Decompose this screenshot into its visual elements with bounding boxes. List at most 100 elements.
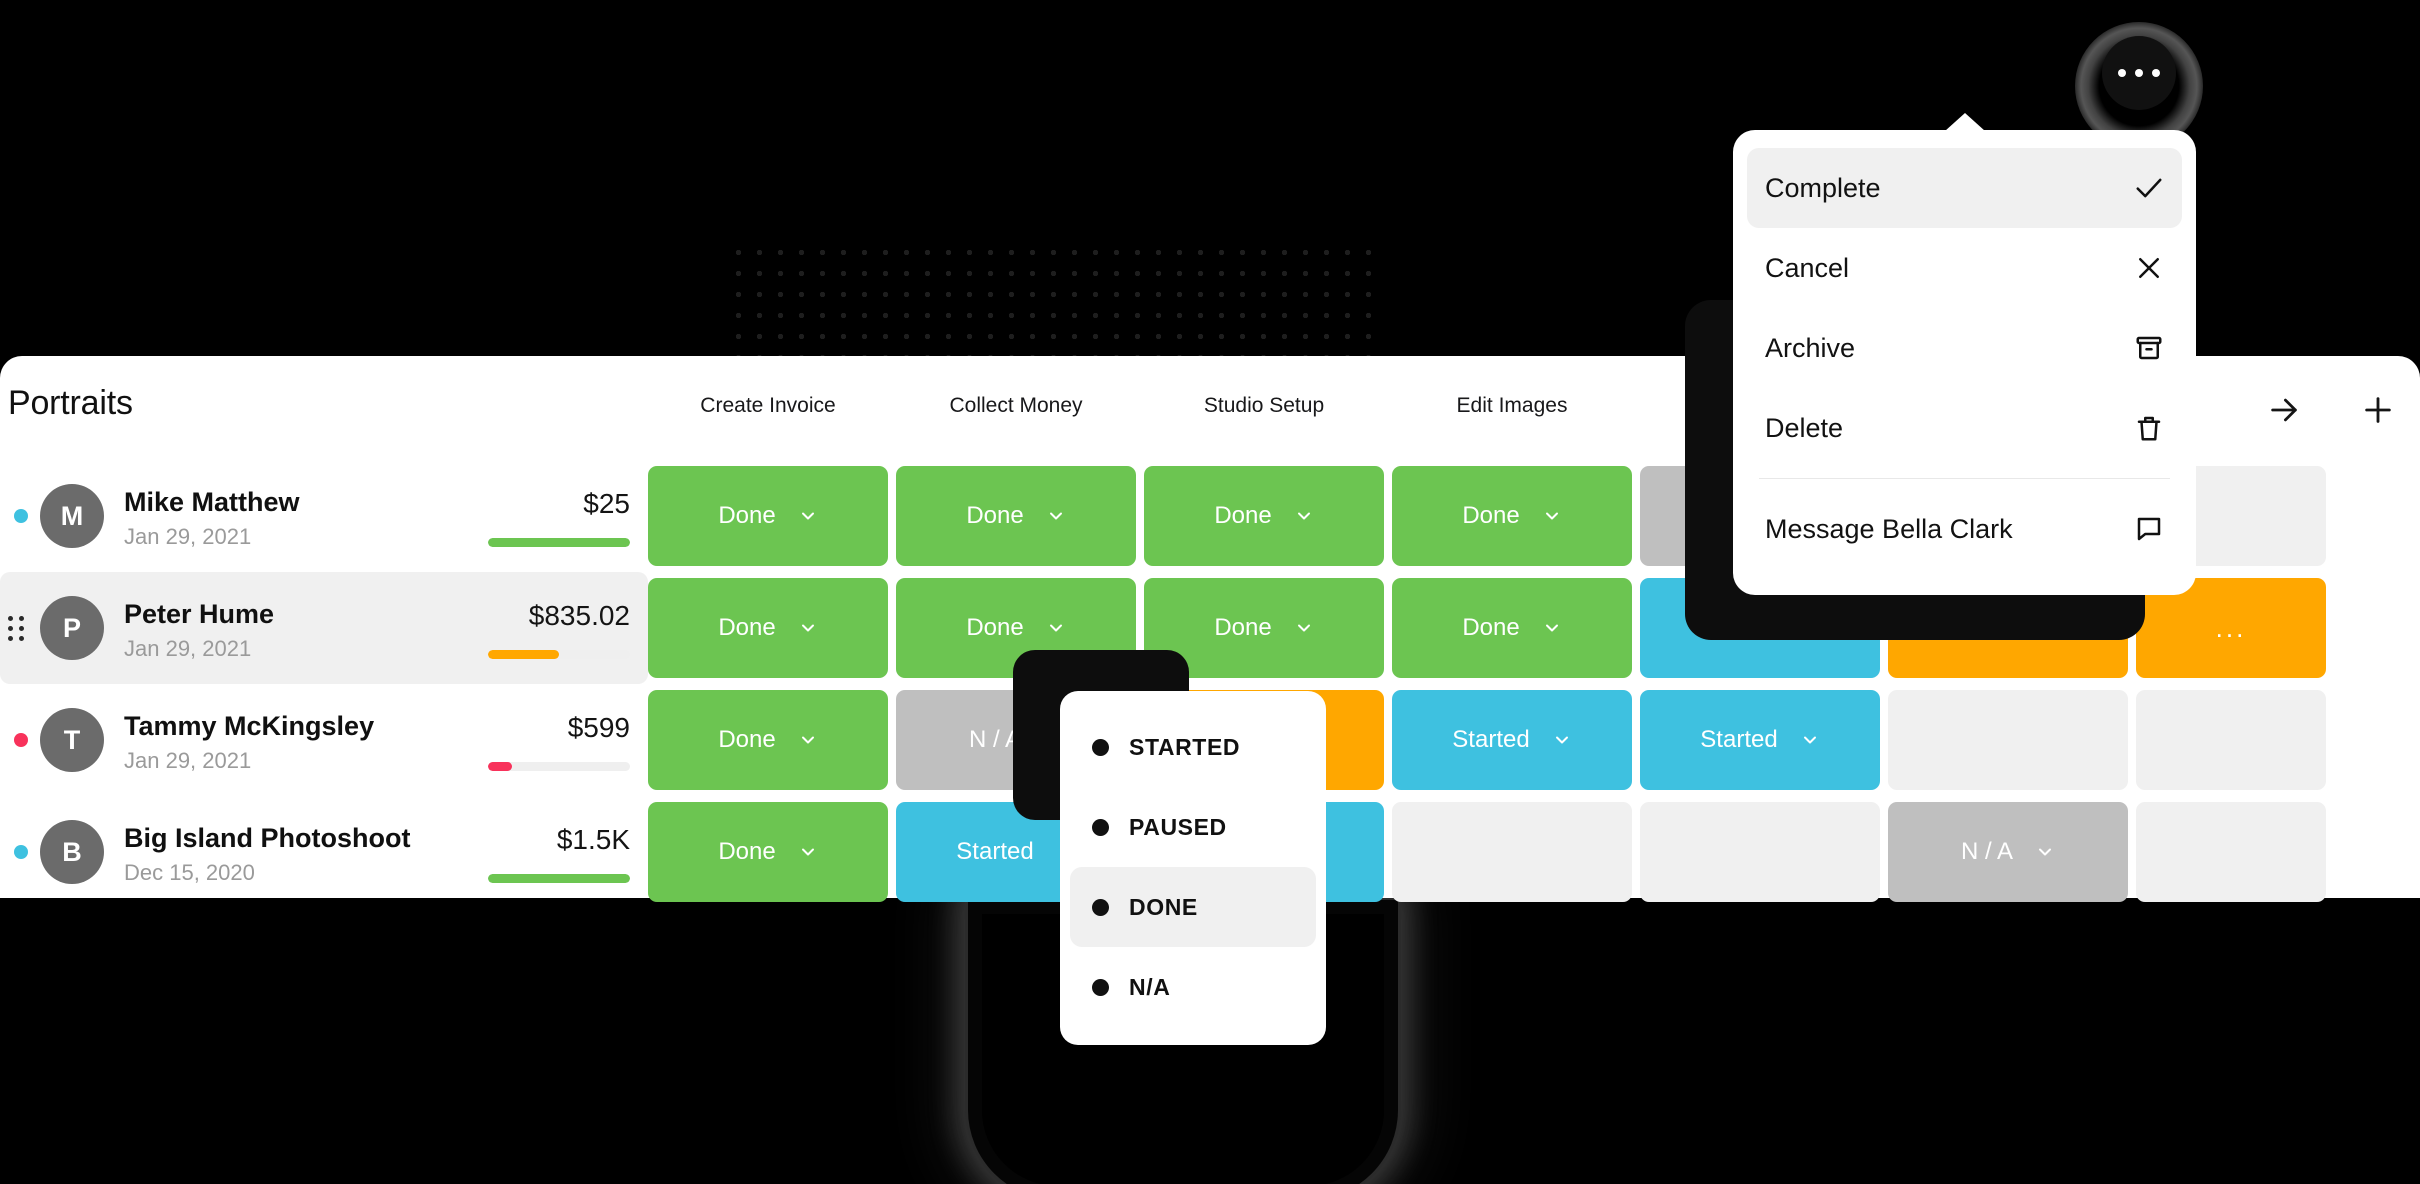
status-option-label: PAUSED xyxy=(1129,813,1227,840)
avatar: B xyxy=(40,820,104,884)
status-option-paused[interactable]: PAUSED xyxy=(1070,787,1316,867)
bullet-icon xyxy=(1092,818,1109,836)
column-header-0[interactable]: Create Invoice xyxy=(700,394,835,418)
status-cell-label: Done xyxy=(718,614,776,641)
status-cell-empty xyxy=(2136,690,2326,790)
status-cell-label: Started xyxy=(956,838,1034,865)
row-price: $25 xyxy=(583,488,630,519)
progress-bar xyxy=(488,538,630,547)
status-cell-done[interactable]: Done xyxy=(648,578,888,678)
status-badge xyxy=(14,845,28,859)
chevron-down-icon xyxy=(801,512,814,520)
chevron-down-icon xyxy=(2039,848,2052,856)
row-name: Mike Matthew xyxy=(124,487,300,517)
table-row[interactable]: B Big Island Photoshoot Dec 15, 2020 $1.5K xyxy=(0,796,648,908)
arrow-right-icon xyxy=(2271,398,2297,422)
ellipsis-icon xyxy=(2118,69,2126,77)
status-cell-done[interactable]: Done xyxy=(1144,466,1384,566)
check-icon xyxy=(2136,178,2162,198)
status-cell-done[interactable]: Done xyxy=(896,466,1136,566)
status-cell-done[interactable]: Done xyxy=(1392,466,1632,566)
status-option-started[interactable]: STARTED xyxy=(1070,707,1316,787)
context-menu-item-message[interactable]: Message Bella Clark xyxy=(1747,489,2182,569)
avatar-initial: T xyxy=(63,724,81,755)
status-cell-label: Done xyxy=(718,502,776,529)
status-cell-started[interactable]: Started xyxy=(1392,690,1632,790)
status-cell-empty xyxy=(1888,690,2128,790)
chevron-down-icon xyxy=(1555,736,1568,744)
bullet-icon xyxy=(1092,978,1109,996)
status-cell-done[interactable]: Done xyxy=(648,466,888,566)
avatar: M xyxy=(40,484,104,548)
context-menu-item-archive[interactable]: Archive xyxy=(1747,308,2182,388)
context-menu-item-delete[interactable]: Delete xyxy=(1747,388,2182,468)
avatar: T xyxy=(40,708,104,772)
chevron-down-icon xyxy=(1049,512,1062,520)
context-menu-item-complete[interactable]: Complete xyxy=(1747,148,2182,228)
row-name: Tammy McKingsley xyxy=(124,711,375,741)
avatar-initial: B xyxy=(62,836,82,867)
chevron-down-icon xyxy=(1545,624,1558,632)
bullet-icon xyxy=(1092,898,1109,916)
status-cell-label: Done xyxy=(1214,502,1272,529)
progress-fill xyxy=(488,762,513,771)
column-header-2[interactable]: Studio Setup xyxy=(1204,394,1324,418)
table-row[interactable]: T Tammy McKingsley Jan 29, 2021 $599 xyxy=(0,684,648,796)
row-name: Big Island Photoshoot xyxy=(124,823,411,853)
chevron-down-icon xyxy=(801,736,814,744)
row-price: $599 xyxy=(567,712,630,743)
context-menu-item-cancel[interactable]: Cancel xyxy=(1747,228,2182,308)
context-menu-label: Message Bella Clark xyxy=(1765,513,2013,544)
chevron-down-icon xyxy=(801,624,814,632)
context-menu-label: Complete xyxy=(1765,172,1881,203)
status-option-label: DONE xyxy=(1129,893,1198,920)
header-actions xyxy=(2264,390,2398,430)
avatar-initial: P xyxy=(62,612,81,643)
message-icon xyxy=(2137,517,2161,541)
chevron-down-icon xyxy=(1545,512,1558,520)
progress-bar xyxy=(488,650,630,659)
status-cell-label: ... xyxy=(2215,612,2247,643)
status-cell-label: N / A xyxy=(1960,838,2014,865)
status-option-done[interactable]: DONE xyxy=(1070,867,1316,947)
row-date: Dec 15, 2020 xyxy=(124,860,255,885)
more-options-button[interactable] xyxy=(2102,36,2176,110)
status-option-label: STARTED xyxy=(1129,733,1241,760)
progress-bar xyxy=(488,762,630,771)
context-menu: Complete Cancel Archive Delete Message Bella… xyxy=(1733,130,2196,595)
status-cell-na[interactable]: N / A xyxy=(1888,802,2128,902)
divider xyxy=(1759,478,2170,479)
table-row[interactable]: P Peter Hume Jan 29, 2021 $835.02 xyxy=(0,572,648,684)
column-header-3[interactable]: Edit Images xyxy=(1457,394,1568,418)
status-cell-done[interactable]: Done xyxy=(648,690,888,790)
add-column-button[interactable] xyxy=(2358,390,2398,430)
table-row[interactable]: M Mike Matthew Jan 29, 2021 $25 xyxy=(0,460,648,572)
drag-handle-icon[interactable] xyxy=(8,615,32,641)
status-cell-started[interactable]: Started xyxy=(1640,690,1880,790)
progress-bar xyxy=(488,874,630,883)
row-date: Jan 29, 2021 xyxy=(124,524,252,549)
status-cell-empty xyxy=(1392,802,1632,902)
status-cell-label: Done xyxy=(966,614,1024,641)
status-option-na[interactable]: N/A xyxy=(1070,947,1316,1027)
status-cell-done[interactable]: Done xyxy=(648,802,888,902)
progress-fill xyxy=(488,650,559,659)
bullet-icon xyxy=(1092,738,1109,756)
status-cell-empty xyxy=(2136,802,2326,902)
status-cell-done[interactable]: Done xyxy=(1392,578,1632,678)
ellipsis-icon xyxy=(2135,69,2143,77)
chevron-down-icon xyxy=(1297,512,1310,520)
status-select-menu: STARTED PAUSED DONE N/A xyxy=(1060,691,1326,1045)
next-arrow-button[interactable] xyxy=(2264,390,2304,430)
status-cell-label: Done xyxy=(718,726,776,753)
context-menu-label: Cancel xyxy=(1765,252,1850,283)
chevron-down-icon xyxy=(1297,624,1310,632)
ellipsis-icon xyxy=(2152,69,2160,77)
chevron-down-icon xyxy=(801,848,814,856)
status-cell-empty xyxy=(1640,802,1880,902)
column-header-1[interactable]: Collect Money xyxy=(949,394,1082,418)
row-date: Jan 29, 2021 xyxy=(124,636,252,661)
status-badge xyxy=(14,733,28,747)
row-price: $835.02 xyxy=(528,600,630,631)
context-menu-label: Delete xyxy=(1765,412,1844,443)
